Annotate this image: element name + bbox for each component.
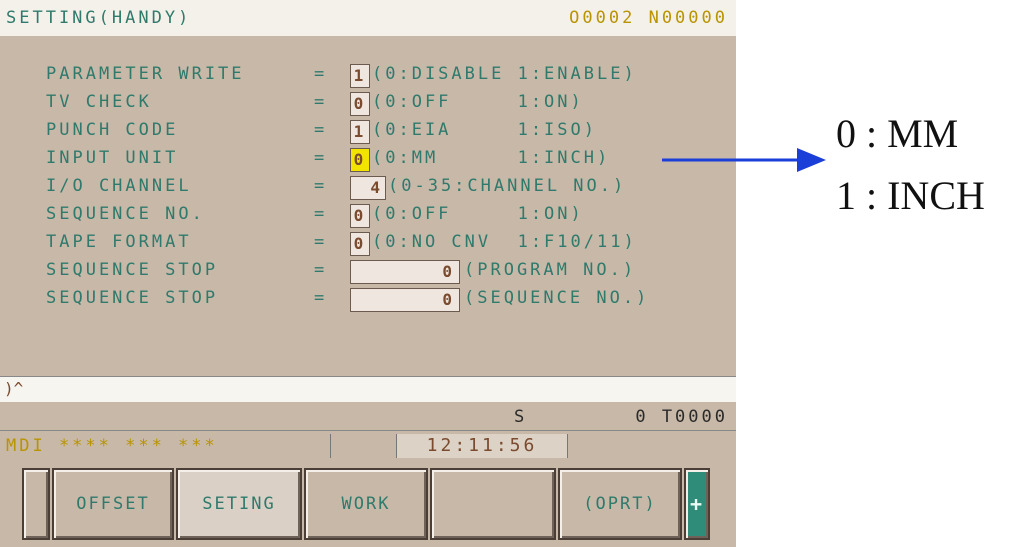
annotation-inch: 1 : INCH xyxy=(836,173,985,218)
callout-arrow xyxy=(662,148,826,172)
annotation-mm: 0 : MM xyxy=(836,111,959,156)
arrowhead-icon xyxy=(797,148,826,172)
